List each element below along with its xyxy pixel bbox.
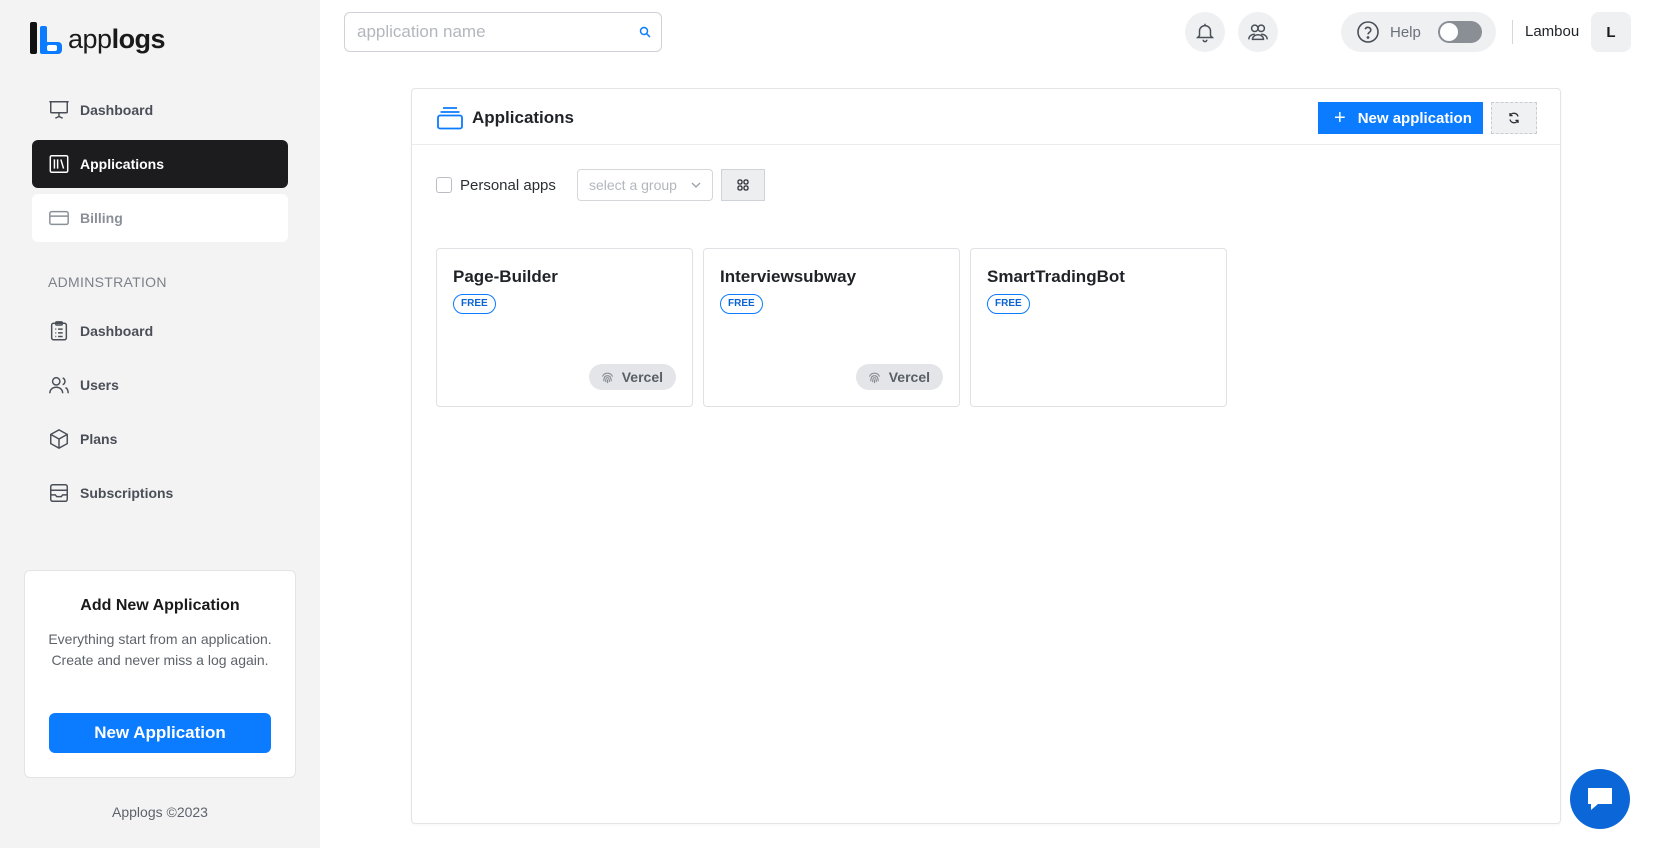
grid-icon bbox=[737, 179, 749, 191]
sidebar-item-admin-dashboard[interactable]: Dashboard bbox=[32, 307, 288, 355]
logo-text: applogs bbox=[68, 23, 166, 54]
bell-icon bbox=[1195, 23, 1215, 43]
chat-widget-button[interactable] bbox=[1570, 769, 1630, 829]
plan-badge: FREE bbox=[453, 294, 496, 314]
new-application-button[interactable]: + New application bbox=[1318, 102, 1483, 134]
promo-title: Add New Application bbox=[80, 597, 240, 614]
presentation-icon bbox=[49, 101, 69, 119]
provider-badge: Vercel bbox=[588, 364, 676, 390]
notifications-button[interactable] bbox=[1185, 12, 1225, 52]
sidebar-item-subscriptions[interactable]: Subscriptions bbox=[32, 469, 288, 517]
applogs-logo[interactable]: applogs bbox=[30, 22, 166, 56]
credit-card-icon bbox=[49, 210, 69, 226]
promo-text: Everything start from an application. Cr… bbox=[48, 631, 272, 668]
sidebar-item-label: Plans bbox=[80, 431, 118, 447]
admin-section-label: ADMINSTRATION bbox=[48, 274, 167, 290]
app-card[interactable]: SmartTradingBot FREE bbox=[970, 248, 1227, 407]
group-select[interactable]: select a group bbox=[577, 169, 713, 201]
clipboard-icon bbox=[50, 321, 68, 341]
help-label: Help bbox=[1390, 23, 1421, 41]
provider-name: Vercel bbox=[621, 369, 663, 385]
plus-icon: + bbox=[1334, 107, 1346, 129]
page-title: Applications bbox=[436, 105, 574, 131]
app-name[interactable]: SmartTradingBot bbox=[987, 267, 1125, 287]
search-input[interactable] bbox=[357, 22, 637, 42]
library-icon bbox=[49, 155, 69, 173]
archive-icon bbox=[50, 484, 68, 502]
app-name[interactable]: Page-Builder bbox=[453, 267, 558, 287]
toggle-knob bbox=[1440, 23, 1458, 41]
sidebar-item-label: Dashboard bbox=[80, 102, 154, 118]
filter-bar: Personal apps select a group bbox=[436, 169, 765, 201]
refresh-button[interactable] bbox=[1491, 102, 1537, 134]
logo-mark-icon bbox=[30, 22, 64, 56]
sidebar-item-label: Dashboard bbox=[80, 323, 154, 339]
box-icon bbox=[50, 428, 68, 450]
sidebar-item-dashboard[interactable]: Dashboard bbox=[32, 86, 288, 134]
personal-apps-label[interactable]: Personal apps bbox=[460, 177, 556, 194]
search-icon[interactable] bbox=[639, 26, 651, 38]
fingerprint-icon bbox=[868, 372, 880, 383]
personal-apps-checkbox[interactable] bbox=[436, 177, 452, 193]
header-divider bbox=[1512, 20, 1513, 44]
app-card[interactable]: Interviewsubway FREE Vercel bbox=[703, 248, 960, 407]
help-toggle[interactable] bbox=[1438, 21, 1482, 43]
sidebar-item-label: Billing bbox=[80, 210, 123, 226]
sidebar-item-label: Applications bbox=[80, 156, 165, 172]
search-box bbox=[344, 12, 662, 52]
sidebar-item-plans[interactable]: Plans bbox=[32, 415, 288, 463]
applications-panel: Applications + New application Personal a… bbox=[411, 88, 1561, 824]
team-button[interactable] bbox=[1238, 12, 1278, 52]
copyright: Applogs ©2023 bbox=[112, 804, 208, 820]
username[interactable]: Lambou bbox=[1525, 23, 1579, 40]
sidebar: applogs Dashboard Applications Billing A… bbox=[0, 0, 320, 848]
sidebar-item-label: Subscriptions bbox=[80, 485, 174, 501]
fingerprint-icon bbox=[601, 372, 613, 383]
plan-badge: FREE bbox=[987, 294, 1030, 314]
add-application-promo: Add New Application Everything start fro… bbox=[24, 570, 296, 778]
provider-name: Vercel bbox=[888, 369, 930, 385]
refresh-icon bbox=[1509, 112, 1519, 124]
new-application-label: New application bbox=[1357, 109, 1472, 127]
group-select-placeholder: select a group bbox=[589, 177, 677, 193]
grid-view-button[interactable] bbox=[721, 169, 765, 201]
sidebar-item-label: Users bbox=[80, 377, 119, 393]
help-toggle-group: Help bbox=[1341, 12, 1496, 52]
chevron-down-icon bbox=[691, 182, 701, 188]
promo-new-application-button[interactable]: New Application bbox=[49, 713, 271, 753]
stack-icon bbox=[437, 107, 463, 130]
users-icon bbox=[49, 376, 69, 394]
sidebar-item-applications[interactable]: Applications bbox=[32, 140, 288, 188]
provider-badge: Vercel bbox=[855, 364, 943, 390]
avatar[interactable]: L bbox=[1591, 12, 1631, 52]
sidebar-item-users[interactable]: Users bbox=[32, 361, 288, 409]
sidebar-item-billing[interactable]: Billing bbox=[32, 194, 288, 242]
help-circle-icon[interactable] bbox=[1356, 20, 1380, 44]
page-title-text: Applications bbox=[472, 108, 575, 127]
plan-badge: FREE bbox=[720, 294, 763, 314]
chat-bubble-icon bbox=[1588, 788, 1612, 810]
team-icon bbox=[1248, 24, 1268, 41]
app-name[interactable]: Interviewsubway bbox=[720, 267, 856, 287]
app-card[interactable]: Page-Builder FREE Vercel bbox=[436, 248, 693, 407]
panel-header: Applications + New application bbox=[412, 89, 1560, 145]
